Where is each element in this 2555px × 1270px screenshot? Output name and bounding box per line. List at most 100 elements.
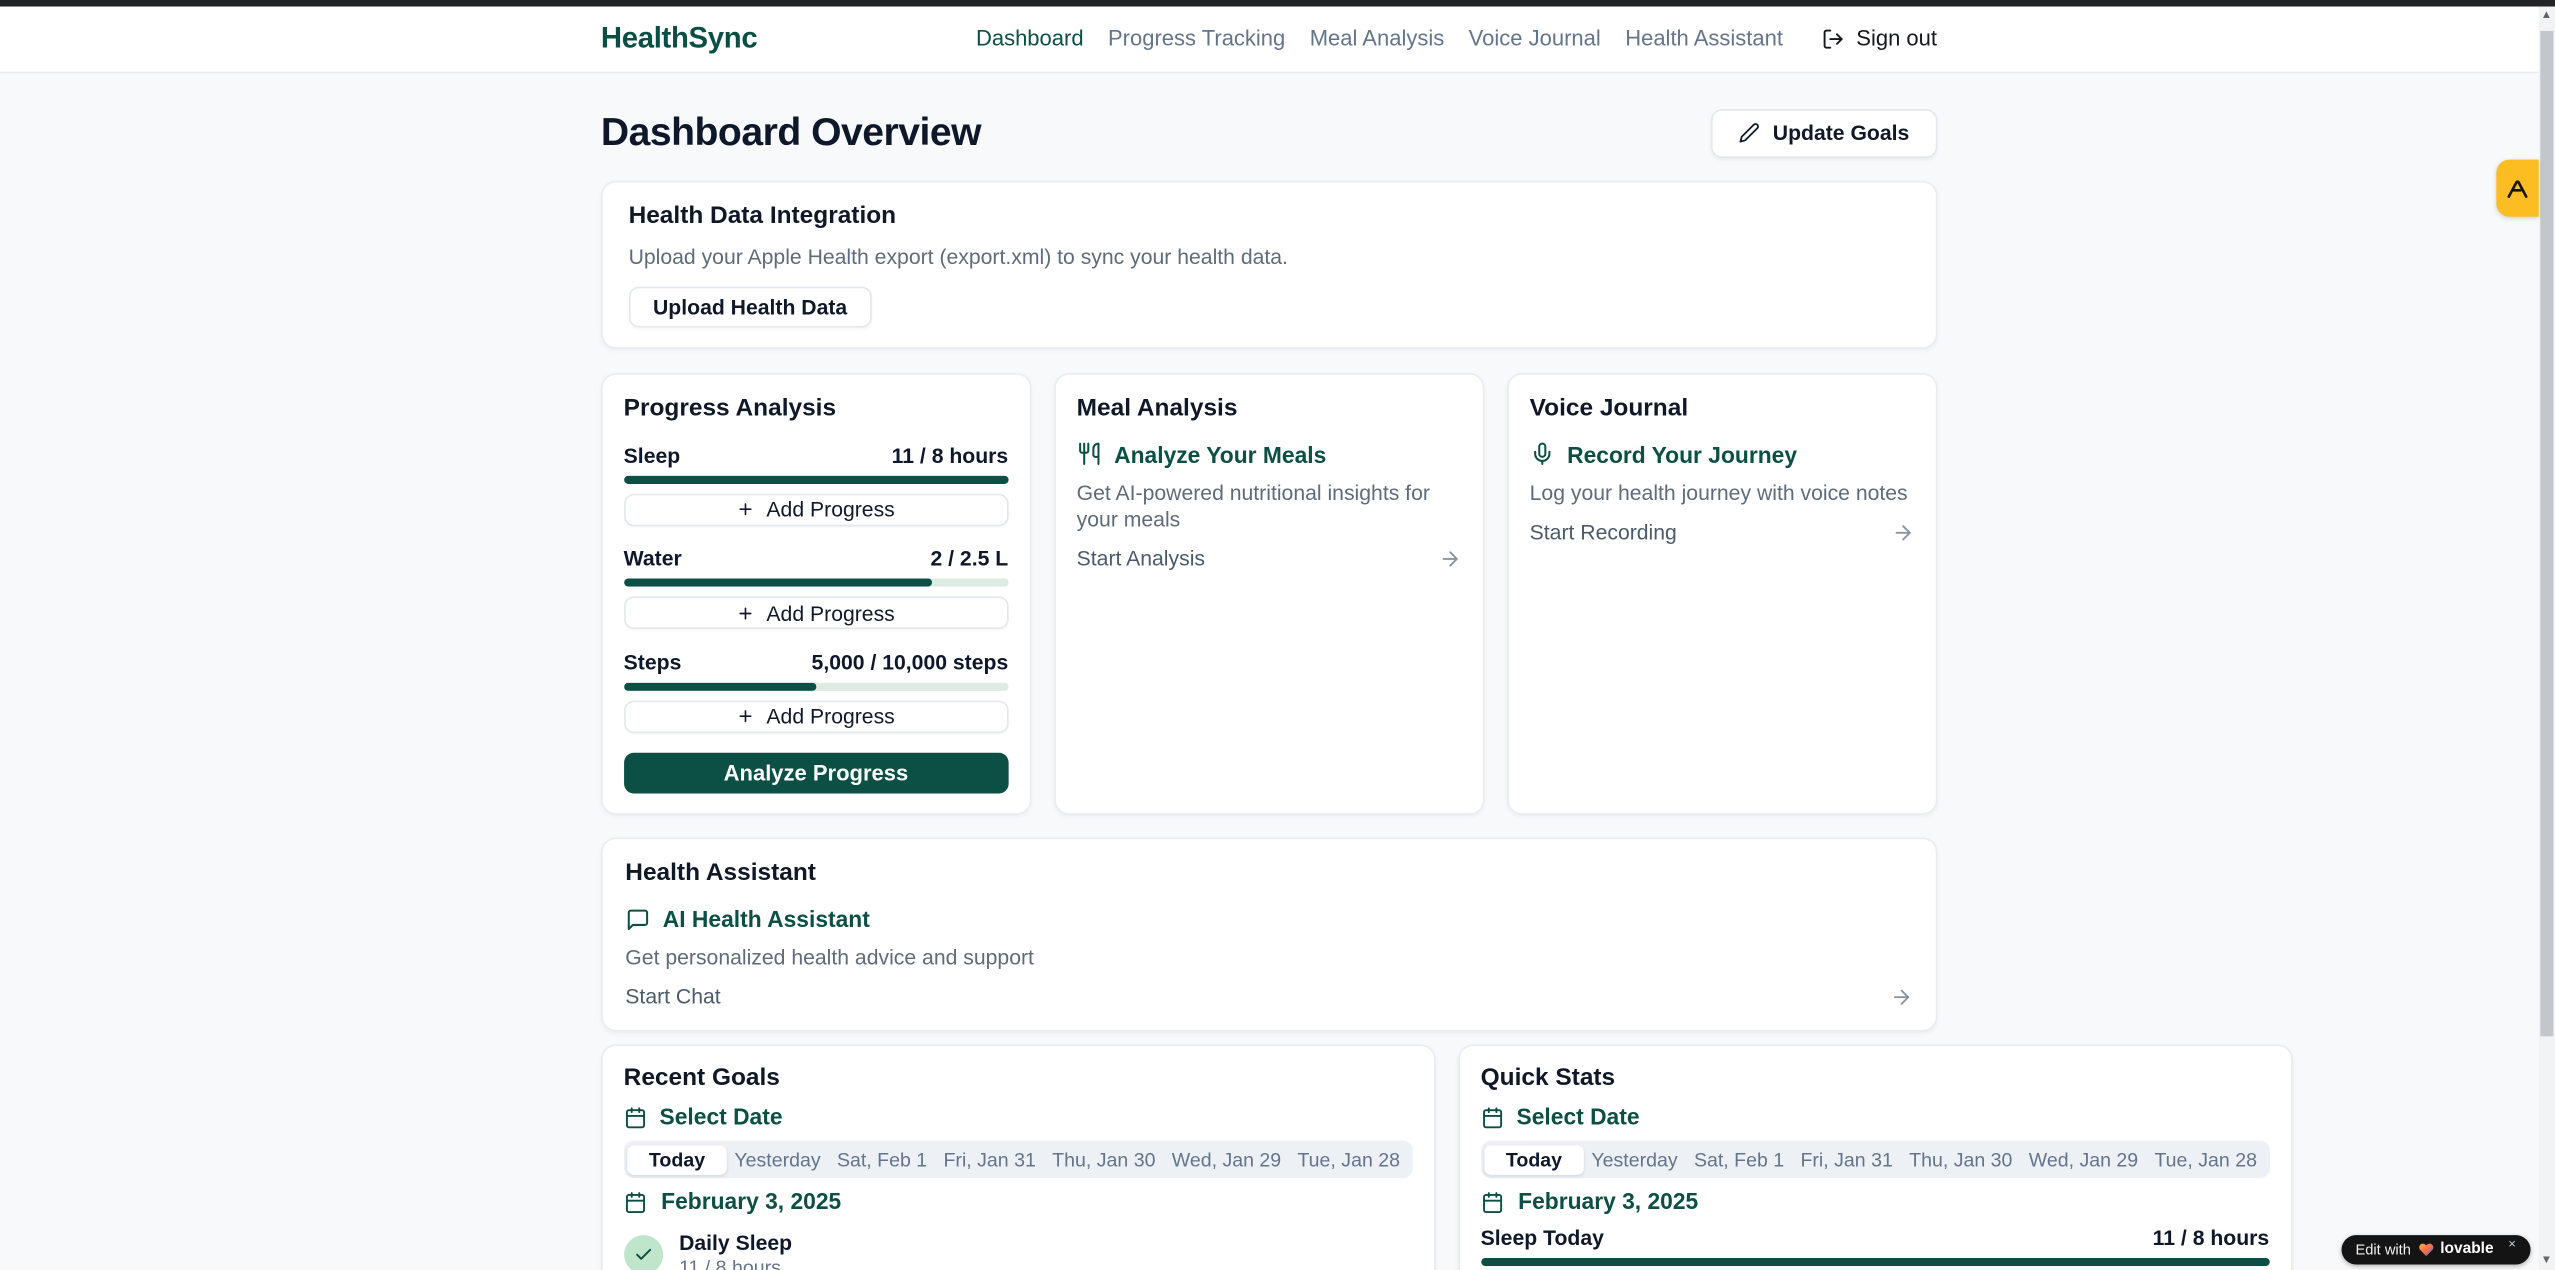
start-chat-label: Start Chat: [625, 984, 720, 1010]
sleep-today-progressbar: [1481, 1258, 2270, 1266]
tab-thu-jan-30[interactable]: Thu, Jan 30: [1901, 1145, 2021, 1174]
page-scrollbar[interactable]: ▲ ▼: [2538, 6, 2555, 1270]
nav-meal-analysis[interactable]: Meal Analysis: [1310, 26, 1445, 50]
main-content: Dashboard Overview Update Goals Health D…: [601, 73, 1937, 1270]
metric-sleep-label: Sleep: [624, 442, 681, 468]
calendar-icon: [624, 1106, 647, 1129]
arrow-right-icon: [1891, 521, 1914, 544]
metric-sleep-progressbar: [624, 475, 1009, 483]
nav-health-assistant[interactable]: Health Assistant: [1625, 26, 1783, 50]
lovable-editor-fab[interactable]: [2496, 160, 2538, 217]
recent-goals-title: Recent Goals: [624, 1064, 1413, 1093]
bottom-cards-row: Recent Goals Select Date Today Yesterday…: [601, 1044, 1937, 1270]
add-progress-label: Add Progress: [766, 497, 894, 521]
calendar-icon: [624, 1190, 647, 1213]
add-progress-steps-button[interactable]: Add Progress: [624, 700, 1009, 733]
metric-water-label: Water: [624, 546, 682, 572]
tab-fri-jan-31[interactable]: Fri, Jan 31: [935, 1145, 1044, 1174]
goal-value: 11 / 8 hours: [679, 1256, 792, 1270]
meal-description: Get AI-powered nutritional insights for …: [1077, 480, 1462, 532]
recent-goals-select-date[interactable]: Select Date: [624, 1105, 1413, 1129]
app-viewport: HealthSync Dashboard Progress Tracking M…: [0, 0, 2555, 1270]
scrollbar-up-arrow[interactable]: ▲: [2538, 7, 2555, 23]
metric-water: Water 2 / 2.5 L Add Progress: [624, 546, 1009, 630]
sign-out-button[interactable]: Sign out: [1822, 26, 1937, 50]
add-progress-sleep-button[interactable]: Add Progress: [624, 493, 1009, 526]
ai-health-assistant-label: AI Health Assistant: [663, 906, 870, 932]
feature-cards-row: Progress Analysis Sleep 11 / 8 hours Add…: [601, 372, 1937, 814]
start-analysis-action[interactable]: Start Analysis: [1077, 545, 1462, 571]
start-recording-action[interactable]: Start Recording: [1530, 519, 1915, 545]
add-progress-water-button[interactable]: Add Progress: [624, 596, 1009, 629]
update-goals-button[interactable]: Update Goals: [1711, 108, 1937, 157]
sleep-today-label: Sleep Today: [1481, 1225, 1604, 1251]
arrow-right-icon: [1438, 547, 1461, 570]
app-header: HealthSync Dashboard Progress Tracking M…: [0, 6, 2538, 73]
recent-goals-current-date[interactable]: February 3, 2025: [624, 1190, 1413, 1214]
app-logo: HealthSync: [601, 21, 758, 55]
scrollbar-down-arrow[interactable]: ▼: [2538, 1252, 2555, 1268]
health-data-description: Upload your Apple Health export (export.…: [629, 244, 1910, 270]
analyze-your-meals-link[interactable]: Analyze Your Meals: [1077, 441, 1462, 467]
quick-stats-select-date[interactable]: Select Date: [1481, 1105, 2270, 1129]
tab-wed-jan-29[interactable]: Wed, Jan 29: [2021, 1145, 2147, 1174]
record-your-journey-link[interactable]: Record Your Journey: [1530, 441, 1915, 467]
health-data-title: Health Data Integration: [629, 201, 1910, 230]
calendar-icon: [1481, 1190, 1504, 1213]
page: HealthSync Dashboard Progress Tracking M…: [0, 6, 2538, 1270]
browser-top-strip: [0, 0, 2555, 6]
voice-description: Log your health journey with voice notes: [1530, 480, 1915, 506]
start-recording-label: Start Recording: [1530, 519, 1677, 545]
record-your-journey-label: Record Your Journey: [1567, 441, 1797, 467]
quick-stats-date-tabs: Today Yesterday Sat, Feb 1 Fri, Jan 31 T…: [1481, 1141, 2270, 1178]
tab-sat-feb-1[interactable]: Sat, Feb 1: [829, 1145, 936, 1174]
tab-yesterday[interactable]: Yesterday: [726, 1145, 829, 1174]
calendar-icon: [1481, 1106, 1504, 1129]
plus-icon: [737, 500, 755, 518]
metric-water-value: 2 / 2.5 L: [930, 546, 1008, 572]
analyze-progress-button[interactable]: Analyze Progress: [624, 753, 1009, 794]
tab-sat-feb-1[interactable]: Sat, Feb 1: [1686, 1145, 1793, 1174]
health-assistant-card: Health Assistant AI Health Assistant Get…: [601, 838, 1937, 1032]
scrollbar-thumb[interactable]: [2540, 30, 2552, 1035]
utensils-icon: [1077, 442, 1101, 466]
metric-sleep: Sleep 11 / 8 hours Add Progress: [624, 442, 1009, 526]
nav-dashboard[interactable]: Dashboard: [976, 26, 1084, 50]
analyze-your-meals-label: Analyze Your Meals: [1114, 441, 1326, 467]
nav-voice-journal[interactable]: Voice Journal: [1469, 26, 1601, 50]
quick-stats-current-date[interactable]: February 3, 2025: [1481, 1190, 2270, 1214]
main-nav: Dashboard Progress Tracking Meal Analysi…: [976, 26, 1937, 50]
tab-tue-jan-28[interactable]: Tue, Jan 28: [1289, 1145, 1408, 1174]
tab-today[interactable]: Today: [628, 1145, 727, 1174]
progress-analysis-card: Progress Analysis Sleep 11 / 8 hours Add…: [601, 372, 1031, 814]
tab-today[interactable]: Today: [1485, 1145, 1584, 1174]
tab-wed-jan-29[interactable]: Wed, Jan 29: [1164, 1145, 1290, 1174]
close-icon[interactable]: ×: [2508, 1238, 2516, 1251]
add-progress-label: Add Progress: [766, 704, 894, 728]
tab-fri-jan-31[interactable]: Fri, Jan 31: [1792, 1145, 1901, 1174]
ai-health-assistant-link[interactable]: AI Health Assistant: [625, 906, 1912, 932]
metric-steps-label: Steps: [624, 649, 682, 675]
voice-journal-title: Voice Journal: [1530, 394, 1915, 423]
plus-icon: [737, 707, 755, 725]
start-chat-action[interactable]: Start Chat: [625, 984, 1912, 1010]
voice-journal-card: Voice Journal Record Your Journey Log yo…: [1507, 372, 1937, 814]
progress-analysis-title: Progress Analysis: [624, 394, 1009, 423]
tab-thu-jan-30[interactable]: Thu, Jan 30: [1044, 1145, 1164, 1174]
edit-with-lovable-badge[interactable]: Edit with lovable ×: [2341, 1234, 2531, 1263]
goal-item-daily-sleep: Daily Sleep 11 / 8 hours: [624, 1230, 1413, 1270]
edit-with-label: Edit with: [2355, 1241, 2410, 1257]
plus-icon: [737, 604, 755, 622]
health-data-integration-card: Health Data Integration Upload your Appl…: [601, 180, 1937, 348]
metric-sleep-value: 11 / 8 hours: [892, 442, 1009, 468]
tab-tue-jan-28[interactable]: Tue, Jan 28: [2146, 1145, 2265, 1174]
recent-goals-card: Recent Goals Select Date Today Yesterday…: [601, 1044, 1435, 1270]
nav-progress-tracking[interactable]: Progress Tracking: [1108, 26, 1285, 50]
sign-out-label: Sign out: [1856, 26, 1937, 50]
page-title: Dashboard Overview: [601, 110, 981, 156]
upload-health-data-button[interactable]: Upload Health Data: [629, 286, 872, 327]
assistant-description: Get personalized health advice and suppo…: [625, 945, 1912, 971]
meal-analysis-card: Meal Analysis Analyze Your Meals Get AI-…: [1054, 372, 1484, 814]
tab-yesterday[interactable]: Yesterday: [1583, 1145, 1686, 1174]
add-progress-label: Add Progress: [766, 600, 894, 624]
